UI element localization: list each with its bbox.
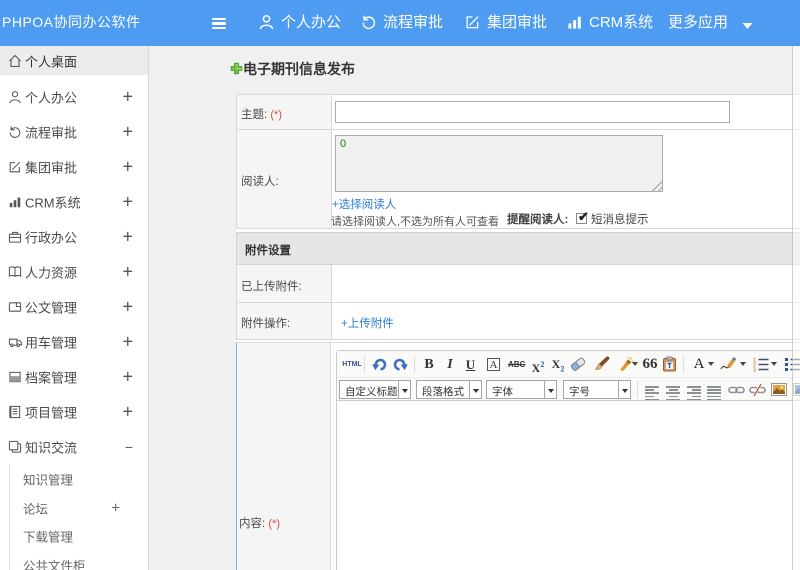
svg-text:3: 3 bbox=[753, 368, 756, 373]
